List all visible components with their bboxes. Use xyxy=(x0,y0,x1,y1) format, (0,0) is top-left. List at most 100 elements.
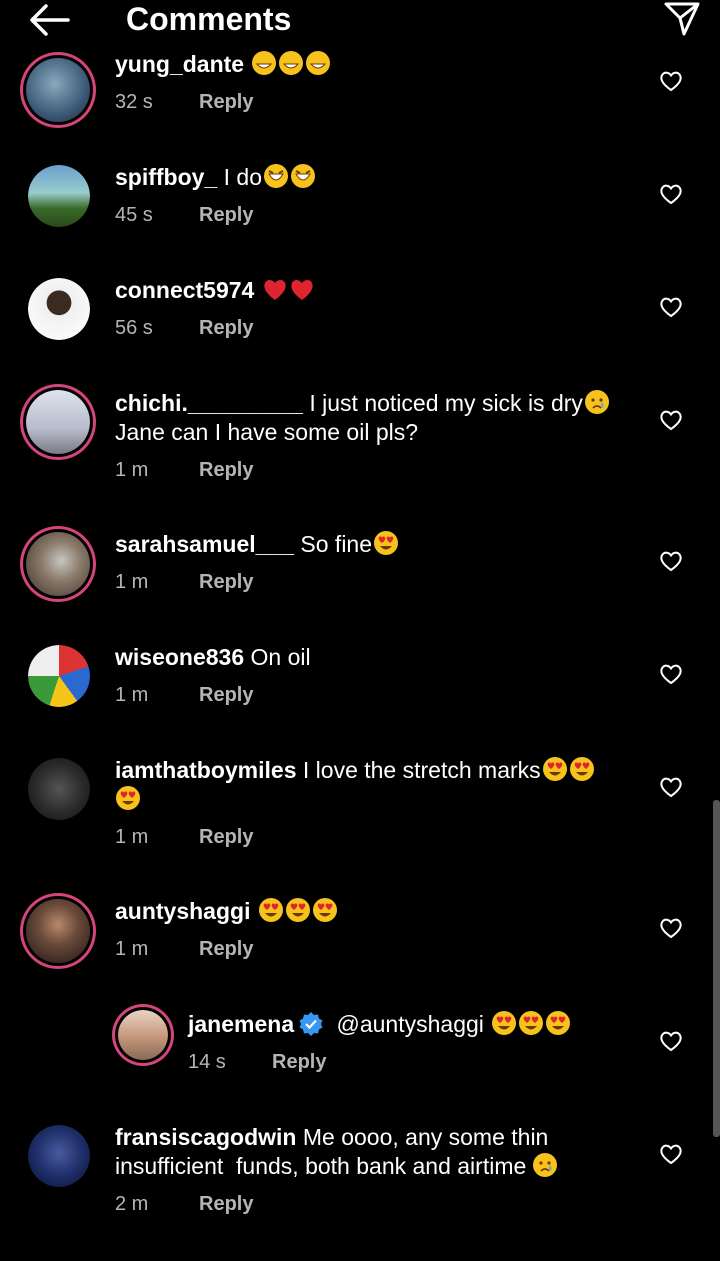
grinning-emoji-icon xyxy=(279,51,304,75)
comment-text: wiseone836 On oil xyxy=(115,643,635,672)
comment-body: So fine xyxy=(300,531,373,557)
comment-time: 1 m xyxy=(115,459,149,481)
comment-username[interactable]: iamthatboymiles xyxy=(115,757,297,783)
avatar[interactable] xyxy=(26,58,90,122)
comment-username[interactable]: sarahsamuel___ xyxy=(115,531,294,557)
reply-button[interactable]: Reply xyxy=(199,91,253,113)
comment-body: @auntyshaggi xyxy=(336,1011,484,1037)
like-heart-icon[interactable] xyxy=(659,183,683,205)
like-heart-icon[interactable] xyxy=(659,1030,683,1052)
comment-time: 1 m xyxy=(115,826,149,848)
comment-body: Me oooo, any some thin xyxy=(302,1124,549,1150)
avatar[interactable] xyxy=(28,165,90,227)
red-heart-emoji-icon xyxy=(291,280,313,300)
heart-eyes-emoji-icon xyxy=(258,898,283,922)
comment-body-line2: insufficient funds, both bank and airtim… xyxy=(115,1153,527,1179)
scrollbar[interactable] xyxy=(713,800,720,1137)
avatar[interactable] xyxy=(28,758,90,820)
comment-username[interactable]: chichi._________ xyxy=(115,390,303,416)
comment-text: chichi._________ I just noticed my sick … xyxy=(115,389,635,447)
heart-eyes-emoji-icon xyxy=(374,531,399,555)
comment-meta: 1 m Reply xyxy=(115,826,253,849)
comment-time: 32 s xyxy=(115,91,153,113)
like-heart-icon[interactable] xyxy=(659,296,683,318)
comment-username[interactable]: auntyshaggi xyxy=(115,898,250,924)
page-title: Comments xyxy=(126,1,292,37)
verified-badge-icon xyxy=(299,1012,323,1036)
comment-text: janemena @auntyshaggi xyxy=(188,1010,628,1039)
reply-button[interactable]: Reply xyxy=(199,1193,253,1215)
laughing-emoji-icon xyxy=(291,164,315,188)
crying-emoji-icon xyxy=(533,1153,558,1177)
comment-meta: 14 s Reply xyxy=(188,1051,326,1074)
red-heart-emoji-icon xyxy=(264,280,286,300)
comment-username[interactable]: wiseone836 xyxy=(115,644,244,670)
comment-text: fransiscagodwin Me oooo, any some thin i… xyxy=(115,1123,635,1181)
heart-eyes-emoji-icon xyxy=(492,1011,517,1035)
laughing-emoji-icon xyxy=(264,164,288,188)
comment-text: auntyshaggi xyxy=(115,897,635,926)
avatar[interactable] xyxy=(28,645,90,707)
comment-text: connect5974 xyxy=(115,276,635,305)
grinning-emoji-icon xyxy=(306,51,331,75)
comment-username[interactable]: connect5974 xyxy=(115,277,254,303)
heart-eyes-emoji-icon xyxy=(569,757,594,781)
reply-button[interactable]: Reply xyxy=(272,1051,326,1073)
grinning-emoji-icon xyxy=(252,51,277,75)
comment-time: 56 s xyxy=(115,317,153,339)
comment-meta: 1 m Reply xyxy=(115,459,253,482)
comment-time: 45 s xyxy=(115,204,153,226)
like-heart-icon[interactable] xyxy=(659,409,683,431)
comment-body: I do xyxy=(223,164,262,190)
comment-time: 1 m xyxy=(115,684,149,706)
like-heart-icon[interactable] xyxy=(659,1143,683,1165)
comment-body-line2: Jane can I have some oil pls? xyxy=(115,419,419,445)
reply-button[interactable]: Reply xyxy=(199,826,253,848)
like-heart-icon[interactable] xyxy=(659,776,683,798)
avatar[interactable] xyxy=(118,1010,168,1060)
like-heart-icon[interactable] xyxy=(659,663,683,685)
heart-eyes-emoji-icon xyxy=(116,786,140,810)
comment-meta: 1 m Reply xyxy=(115,938,253,961)
crying-emoji-icon xyxy=(584,390,609,414)
back-arrow-icon[interactable] xyxy=(28,2,72,38)
comment-meta: 1 m Reply xyxy=(115,684,253,707)
heart-eyes-emoji-icon xyxy=(312,898,337,922)
comment-username[interactable]: yung_dante xyxy=(115,51,244,77)
comment-meta: 32 s Reply xyxy=(115,91,253,114)
comment-meta: 2 m Reply xyxy=(115,1193,253,1216)
reply-button[interactable]: Reply xyxy=(199,571,253,593)
comment-time: 1 m xyxy=(115,571,149,593)
reply-button[interactable]: Reply xyxy=(199,684,253,706)
comment-text: sarahsamuel___ So fine xyxy=(115,530,635,559)
comment-body: I just noticed my sick is dry xyxy=(309,390,583,416)
comment-meta: 56 s Reply xyxy=(115,317,253,340)
send-direct-icon[interactable] xyxy=(662,0,702,38)
reply-button[interactable]: Reply xyxy=(199,938,253,960)
comment-text: spiffboy_ I do xyxy=(115,163,635,192)
comment-meta: 45 s Reply xyxy=(115,204,253,227)
heart-eyes-emoji-icon xyxy=(542,757,567,781)
like-heart-icon[interactable] xyxy=(659,70,683,92)
heart-eyes-emoji-icon xyxy=(546,1011,571,1035)
reply-button[interactable]: Reply xyxy=(199,317,253,339)
comment-body: On oil xyxy=(250,644,311,670)
avatar[interactable] xyxy=(26,532,90,596)
comment-username[interactable]: janemena xyxy=(188,1011,294,1037)
avatar[interactable] xyxy=(28,1125,90,1187)
heart-eyes-emoji-icon xyxy=(519,1011,544,1035)
avatar[interactable] xyxy=(26,899,90,963)
comment-username[interactable]: spiffboy_ xyxy=(115,164,217,190)
reply-button[interactable]: Reply xyxy=(199,459,253,481)
avatar[interactable] xyxy=(28,278,90,340)
avatar[interactable] xyxy=(26,390,90,454)
comment-body: I love the stretch marks xyxy=(302,757,541,783)
comment-text: iamthatboymiles I love the stretch marks xyxy=(115,756,635,814)
like-heart-icon[interactable] xyxy=(659,917,683,939)
reply-button[interactable]: Reply xyxy=(199,204,253,226)
comment-username[interactable]: fransiscagodwin xyxy=(115,1124,296,1150)
comment-text: yung_dante xyxy=(115,50,635,79)
comment-time: 1 m xyxy=(115,938,149,960)
like-heart-icon[interactable] xyxy=(659,550,683,572)
heart-eyes-emoji-icon xyxy=(285,898,310,922)
